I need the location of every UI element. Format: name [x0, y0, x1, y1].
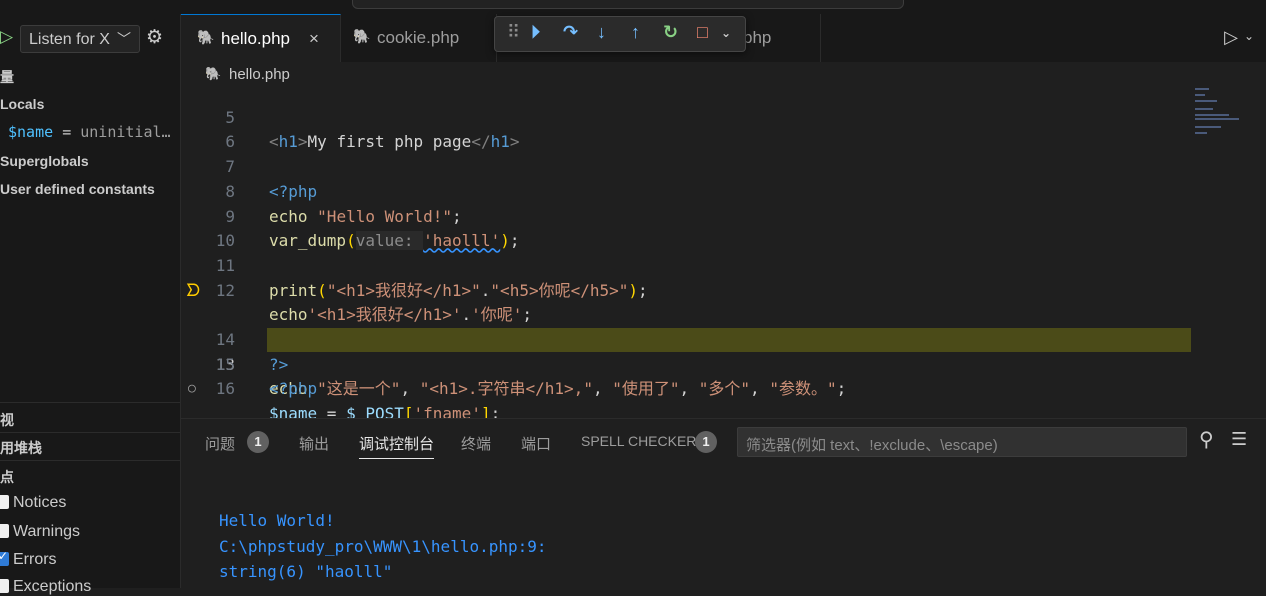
- search-icon[interactable]: ⚲: [1199, 427, 1214, 452]
- debug-launch-bar: ▷ Listen for X ﹀ ⚙: [0, 24, 180, 53]
- breakpoint-exceptions[interactable]: Exceptions: [0, 578, 91, 596]
- debug-pointer-icon[interactable]: ᗤ: [186, 279, 200, 304]
- breakpoints-header[interactable]: 点: [0, 467, 14, 487]
- breadcrumb-file[interactable]: hello.php: [229, 66, 290, 83]
- section-divider: [0, 432, 180, 433]
- checkbox[interactable]: [0, 524, 9, 538]
- tab-terminal[interactable]: 终端: [461, 433, 491, 454]
- tab-spell-checker[interactable]: SPELL CHECKER: [581, 433, 696, 449]
- php-file-icon: 🐘: [197, 29, 215, 45]
- checkbox[interactable]: [0, 579, 9, 593]
- chevron-down-icon[interactable]: ⌄: [1244, 29, 1254, 43]
- restart-icon[interactable]: ↻: [663, 22, 678, 43]
- stop-icon[interactable]: □: [697, 22, 708, 43]
- variable-row[interactable]: $name = uninitial…: [8, 123, 171, 141]
- code-line: 18 ?>: [181, 402, 1266, 418]
- variable-equals: =: [62, 123, 72, 141]
- debug-toolbar: ⠿ ⏵ ↷ ↓ ↑ ↻ □ ⌄: [494, 16, 746, 52]
- code-line: 12 echo'<h1>我很好</h1>'.'你呢';: [181, 254, 1266, 325]
- tab-problems[interactable]: 问题: [205, 433, 235, 454]
- section-divider: [0, 460, 180, 461]
- locals-scope[interactable]: Locals: [0, 96, 44, 112]
- bottom-panel: 问题 1 输出 调试控制台 终端 端口 SPELL CHECKER 1 筛选器(…: [181, 418, 1266, 589]
- code-line: 15 <?php: [181, 328, 1266, 399]
- console-line: C:\phpstudy_pro\WWW\1\hello.php:9:: [219, 537, 547, 556]
- code-line: 8 echo "Hello World!";: [181, 155, 1266, 226]
- watch-header[interactable]: 视: [0, 410, 14, 430]
- code-line: 5 <h1>My first php page</h1>: [181, 84, 1266, 152]
- code-line: ○ 17 echo $name;: [181, 377, 1266, 402]
- breadcrumb: 🐘 hello.php: [181, 62, 1266, 84]
- close-icon[interactable]: ×: [309, 29, 319, 49]
- tab-debug-console[interactable]: 调试控制台: [359, 433, 435, 459]
- superglobals-scope[interactable]: Superglobals: [0, 153, 89, 169]
- console-line: Hello World!: [219, 511, 335, 530]
- start-debugging-icon[interactable]: ▷: [0, 27, 13, 47]
- code-line: 7 <?php: [181, 130, 1266, 201]
- code-line: 9 var_dump(value: 'haolll');: [181, 180, 1266, 251]
- launch-config-select[interactable]: Listen for X ﹀: [20, 25, 140, 53]
- call-stack-header[interactable]: 用堆栈: [0, 438, 42, 458]
- checkbox[interactable]: [0, 495, 9, 509]
- code-line: 6: [225, 132, 235, 152]
- run-file-icon[interactable]: ▷: [1224, 27, 1238, 48]
- minimap[interactable]: [1193, 84, 1253, 144]
- drag-handle-icon[interactable]: ⠿: [507, 22, 520, 43]
- variable-value: uninitial…: [80, 123, 171, 141]
- run-debug-sidebar: ▷ Listen for X ﹀ ⚙ 量 Locals $name = unin…: [0, 14, 181, 595]
- tab-hello-php[interactable]: 🐘 hello.php ×: [181, 14, 341, 62]
- console-line: string(6) "haolll": [219, 562, 393, 581]
- breakpoint-notices[interactable]: Notices: [0, 494, 66, 512]
- variables-header[interactable]: 量: [0, 67, 14, 87]
- code-line: 10: [215, 231, 235, 251]
- filter-placeholder: 筛选器(例如 text、!exclude、\escape): [746, 437, 998, 454]
- checkbox-checked[interactable]: [0, 549, 9, 566]
- tab-output[interactable]: 输出: [299, 433, 329, 454]
- code-line: 14 ?>: [181, 303, 1266, 374]
- clear-console-icon[interactable]: ☰: [1231, 429, 1247, 450]
- breakpoint-warnings[interactable]: Warnings: [0, 523, 80, 541]
- command-center[interactable]: [352, 0, 904, 9]
- step-over-icon[interactable]: ↷: [563, 22, 578, 43]
- code-line: 11 print("<h1>我很好</h1>"."<h5>你呢</h5>");: [181, 229, 1266, 300]
- user-constants-scope[interactable]: User defined constants: [0, 181, 155, 197]
- title-bar: [0, 0, 1266, 14]
- filter-input[interactable]: 筛选器(例如 text、!exclude、\escape): [737, 427, 1187, 457]
- spell-checker-badge: 1: [695, 431, 717, 453]
- tab-cookie-php[interactable]: 🐘 cookie.php: [341, 14, 497, 62]
- php-file-icon: 🐘: [205, 66, 222, 81]
- gear-icon[interactable]: ⚙: [146, 26, 163, 49]
- code-editor[interactable]: 5 <h1>My first php page</h1> 6 7 <?php 8…: [181, 84, 1266, 418]
- variable-name: $name: [8, 123, 54, 141]
- chevron-down-icon[interactable]: ⌄: [721, 26, 731, 40]
- continue-icon[interactable]: ⏵: [531, 22, 540, 43]
- code-line: 16 $name = $_POST['fname'];: [181, 353, 1266, 418]
- breakpoint-hint-icon[interactable]: ○: [188, 377, 196, 402]
- breakpoint-errors[interactable]: Errors: [0, 549, 57, 569]
- step-out-icon[interactable]: ↑: [631, 22, 640, 43]
- php-file-icon: 🐘: [353, 28, 371, 44]
- chevron-down-icon: ﹀: [117, 31, 131, 47]
- tab-ports[interactable]: 端口: [521, 433, 551, 454]
- section-divider: [0, 402, 180, 403]
- problems-badge: 1: [247, 431, 269, 453]
- current-execution-line: ᗤ 13 echo "这是一个", "<h1>.字符串</h1>,", "使用了…: [181, 279, 1266, 398]
- step-into-icon[interactable]: ↓: [597, 22, 606, 43]
- launch-config-label: Listen for X: [29, 31, 110, 48]
